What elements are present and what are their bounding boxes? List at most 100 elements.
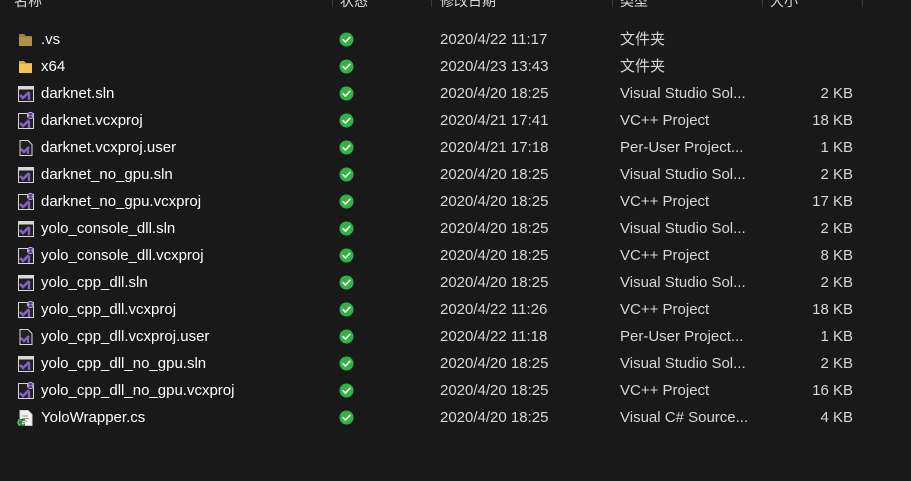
file-type: VC++ Project [620, 193, 710, 210]
file-modified-date: 2020/4/21 17:41 [440, 112, 549, 129]
file-row[interactable]: darknet.vcxproj.user 2020/4/21 17:18 Per-U… [0, 134, 911, 161]
sync-status-check-icon [339, 59, 354, 74]
column-divider[interactable] [862, 0, 863, 7]
column-header-name[interactable]: 名称 [10, 0, 332, 15]
file-row[interactable]: ++ yolo_cpp_dll.vcxproj 2020/4/22 11:26 VC+… [0, 296, 911, 323]
folder-icon [16, 57, 36, 77]
vs-solution-icon [16, 354, 36, 374]
sync-status-check-icon [339, 221, 354, 236]
vs-user-file-icon [16, 327, 36, 347]
file-size: 2 KB [820, 355, 853, 372]
file-size: 18 KB [812, 112, 853, 129]
file-row[interactable]: ++ yolo_console_dll.vcxproj 2020/4/20 18:2… [0, 242, 911, 269]
vcxproj-icon: ++ [16, 192, 36, 212]
file-size: 16 KB [812, 382, 853, 399]
file-modified-date: 2020/4/20 18:25 [440, 220, 549, 237]
file-row[interactable]: darknet.sln 2020/4/20 18:25 Visual Studio … [0, 80, 911, 107]
file-row[interactable]: yolo_console_dll.sln 2020/4/20 18:25 Visua… [0, 215, 911, 242]
vs-solution-icon [16, 273, 36, 293]
file-name: yolo_cpp_dll_no_gpu.vcxproj [41, 382, 235, 399]
svg-text:++: ++ [27, 113, 34, 118]
file-modified-date: 2020/4/22 11:26 [440, 301, 548, 318]
column-header-size[interactable]: 大小 [766, 0, 861, 15]
sync-status-check-icon [339, 86, 354, 101]
file-row[interactable]: yolo_cpp_dll_no_gpu.sln 2020/4/20 18:25 Vi… [0, 350, 911, 377]
file-size: 18 KB [812, 301, 853, 318]
file-size [760, 26, 853, 53]
file-name: .vs [41, 31, 61, 48]
file-name: darknet_no_gpu.sln [41, 166, 173, 183]
file-size [760, 53, 853, 80]
column-header-status[interactable]: 状态 [336, 0, 431, 15]
file-row[interactable]: darknet_no_gpu.sln 2020/4/20 18:25 Visual … [0, 161, 911, 188]
file-modified-date: 2020/4/23 13:43 [440, 58, 549, 75]
sync-status-check-icon [339, 167, 354, 182]
sync-status-check-icon [339, 302, 354, 317]
vcxproj-icon: ++ [16, 246, 36, 266]
file-modified-date: 2020/4/20 18:25 [440, 247, 549, 264]
file-type: Visual Studio Sol... [620, 85, 746, 102]
svg-text:++: ++ [27, 302, 34, 307]
file-row[interactable]: x64 2020/4/23 13:43 文件夹 [0, 53, 911, 80]
file-type: 文件夹 [620, 31, 666, 48]
file-row[interactable]: yolo_cpp_dll.vcxproj.user 2020/4/22 11:18… [0, 323, 911, 350]
file-name: yolo_cpp_dll.sln [41, 274, 148, 291]
column-divider[interactable] [431, 0, 432, 7]
column-divider[interactable] [762, 0, 763, 7]
vs-solution-icon [16, 219, 36, 239]
file-row[interactable]: yolo_cpp_dll.sln 2020/4/20 18:25 Visual St… [0, 269, 911, 296]
file-modified-date: 2020/4/20 18:25 [440, 166, 549, 183]
sync-status-check-icon [339, 113, 354, 128]
sync-status-check-icon [339, 248, 354, 263]
file-name: yolo_console_dll.sln [41, 220, 176, 237]
column-divider[interactable] [332, 0, 333, 7]
file-size: 4 KB [820, 409, 853, 426]
column-header-modified[interactable]: 修改日期 [436, 0, 611, 15]
vcxproj-icon: ++ [16, 300, 36, 320]
file-type: VC++ Project [620, 112, 710, 129]
file-size: 1 KB [820, 139, 853, 156]
column-header-type[interactable]: 类型 [616, 0, 761, 15]
file-modified-date: 2020/4/20 18:25 [440, 274, 549, 291]
file-name: yolo_cpp_dll.vcxproj [41, 301, 177, 318]
file-size: 2 KB [820, 166, 853, 183]
file-name: darknet.sln [41, 85, 115, 102]
file-row[interactable]: .vs 2020/4/22 11:17 文件夹 [0, 26, 911, 53]
file-name: darknet_no_gpu.vcxproj [41, 193, 202, 210]
file-type: VC++ Project [620, 382, 710, 399]
file-size: 2 KB [820, 274, 853, 291]
file-type: Visual Studio Sol... [620, 166, 746, 183]
sync-status-check-icon [339, 32, 354, 47]
sync-status-check-icon [339, 194, 354, 209]
file-modified-date: 2020/4/21 17:18 [440, 139, 549, 156]
vcxproj-icon: ++ [16, 381, 36, 401]
file-row[interactable]: C# YoloWrapper.cs 2020/4/20 18:25 Visual C#… [0, 404, 911, 431]
file-name: yolo_cpp_dll.vcxproj.user [41, 328, 210, 345]
svg-text:++: ++ [27, 383, 34, 388]
sync-status-check-icon [339, 275, 354, 290]
sync-status-check-icon [339, 356, 354, 371]
file-type: Visual Studio Sol... [620, 355, 746, 372]
file-type: Per-User Project... [620, 139, 744, 156]
vs-solution-icon [16, 165, 36, 185]
file-modified-date: 2020/4/20 18:25 [440, 85, 549, 102]
column-divider[interactable] [612, 0, 613, 7]
file-type: VC++ Project [620, 301, 710, 318]
file-size: 2 KB [820, 85, 853, 102]
file-modified-date: 2020/4/20 18:25 [440, 193, 549, 210]
vs-user-file-icon [16, 138, 36, 158]
sync-status-check-icon [339, 383, 354, 398]
csharp-file-icon: C# [16, 408, 36, 428]
sync-status-check-icon [339, 329, 354, 344]
svg-text:++: ++ [27, 194, 34, 199]
file-row[interactable]: ++ yolo_cpp_dll_no_gpu.vcxproj 2020/4/20 1… [0, 377, 911, 404]
folder-dark-icon [16, 30, 36, 50]
file-modified-date: 2020/4/20 18:25 [440, 382, 549, 399]
file-modified-date: 2020/4/20 18:25 [440, 355, 549, 372]
sync-status-check-icon [339, 410, 354, 425]
svg-text:C#: C# [17, 421, 26, 427]
file-name: x64 [41, 58, 66, 75]
file-row[interactable]: ++ darknet_no_gpu.vcxproj 2020/4/20 18:25 V… [0, 188, 911, 215]
file-row[interactable]: ++ darknet.vcxproj 2020/4/21 17:41 VC++ Pro… [0, 107, 911, 134]
file-type: Visual Studio Sol... [620, 220, 746, 237]
